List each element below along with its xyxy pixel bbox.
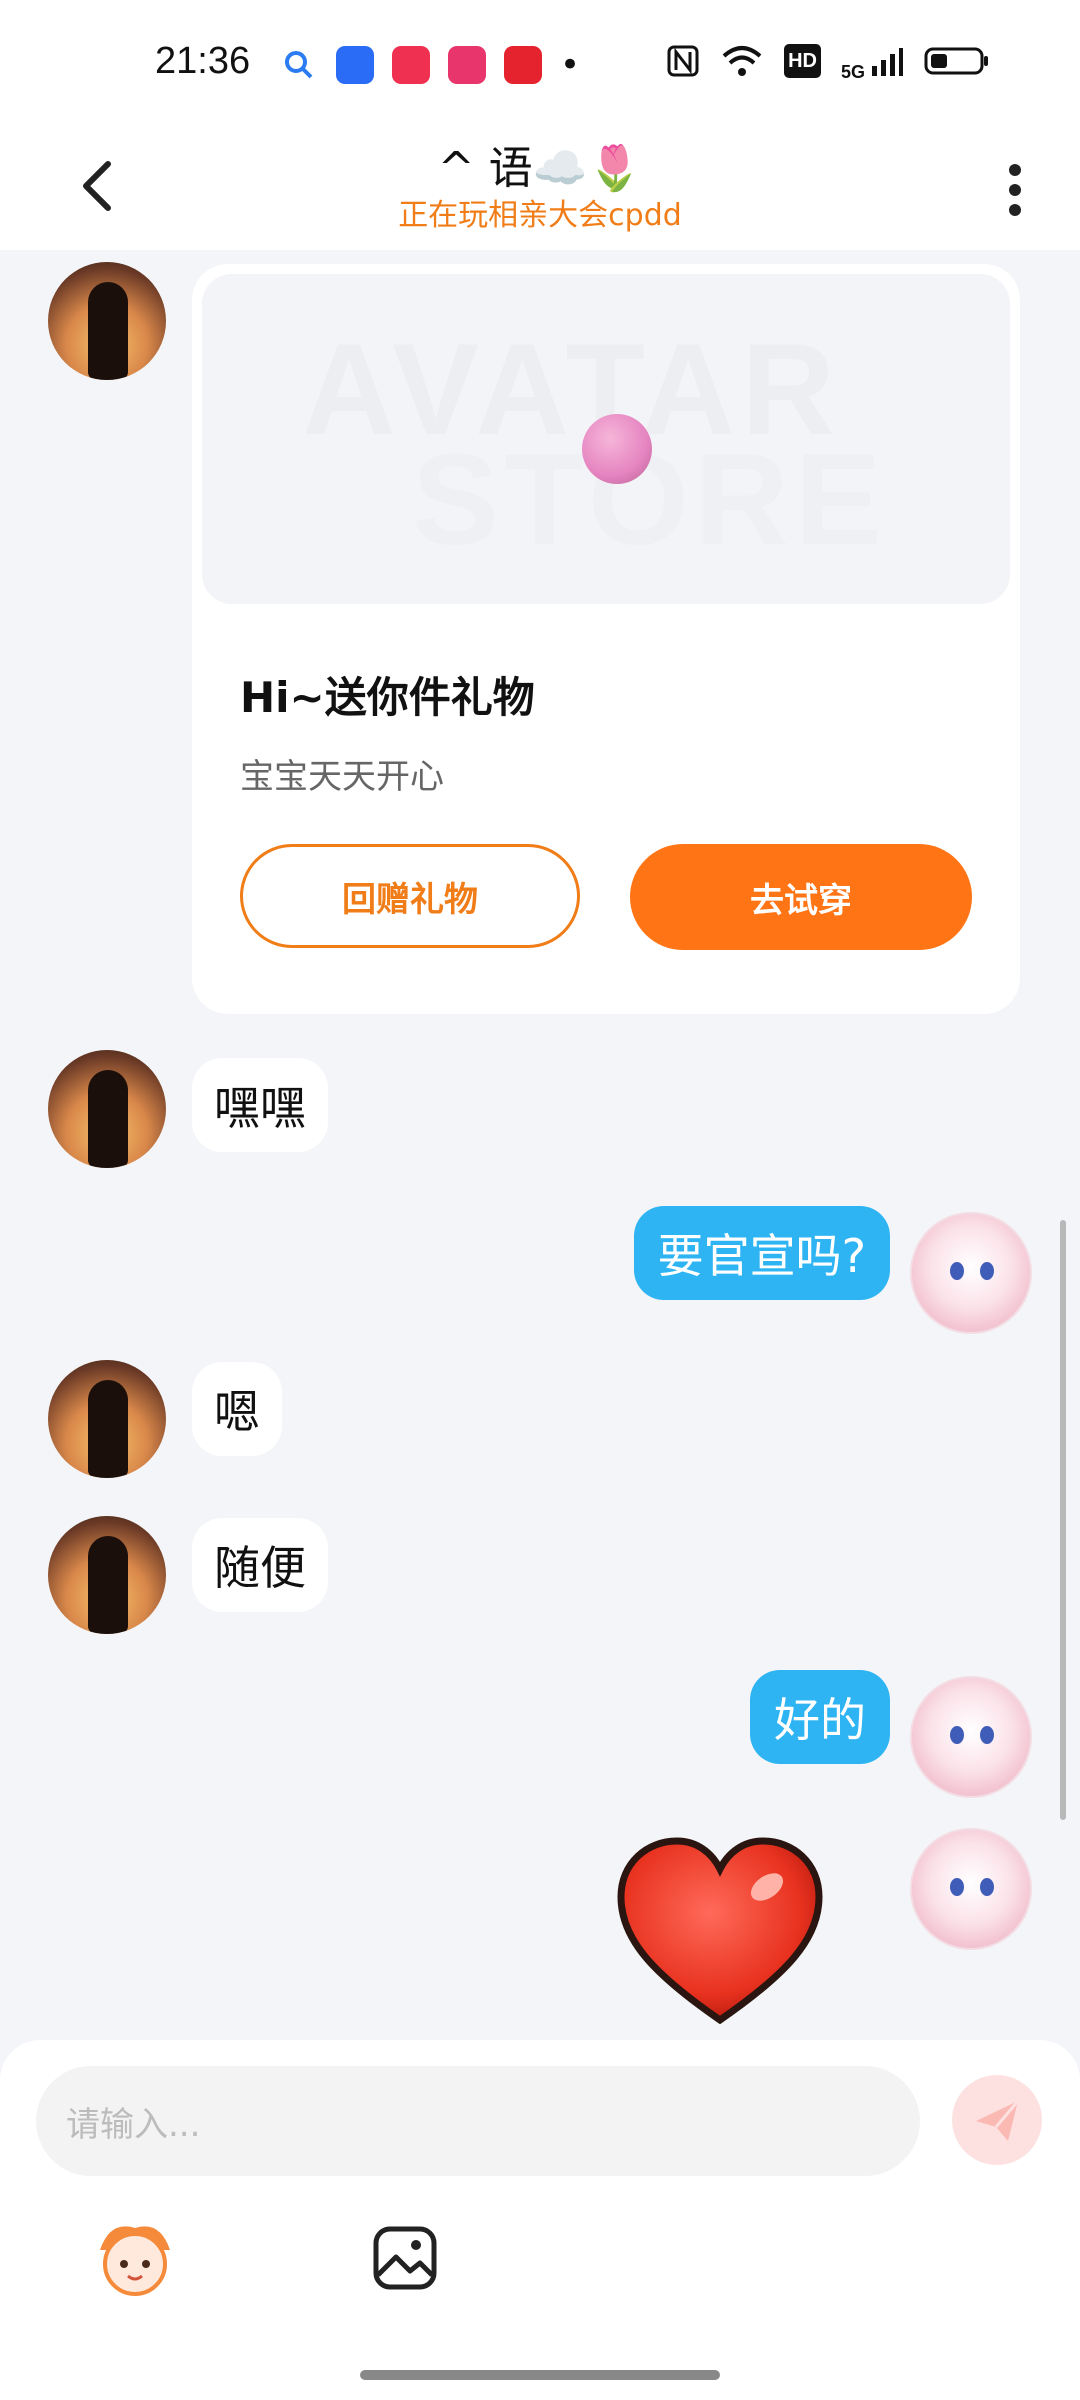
heart-sticker[interactable] bbox=[615, 1835, 825, 2030]
chat-title: ^ 语☁️🌷 bbox=[437, 143, 643, 194]
my-avatar[interactable] bbox=[910, 1676, 1032, 1798]
nfc-icon bbox=[666, 44, 700, 78]
notification-dot: • bbox=[560, 45, 581, 85]
battery-icon bbox=[924, 44, 990, 78]
message-bubble-outgoing[interactable]: 好的 bbox=[750, 1670, 890, 1764]
photo-button[interactable] bbox=[370, 2223, 440, 2293]
send-icon bbox=[976, 2100, 1020, 2141]
sticker-button[interactable] bbox=[90, 2220, 180, 2300]
status-time: 21:36 bbox=[155, 40, 251, 82]
system-icons: HD 5G bbox=[666, 44, 990, 82]
try-on-button[interactable]: 去试穿 bbox=[630, 844, 972, 950]
message-bubble-incoming[interactable]: 嗯 bbox=[192, 1362, 282, 1456]
more-options-button[interactable] bbox=[1000, 152, 1030, 222]
message-list[interactable]: AVATAR STORE Hi~送你件礼物 宝宝天天开心 回赠礼物 去试穿 嘿嘿… bbox=[0, 250, 1080, 2040]
message-bubble-incoming[interactable]: 随便 bbox=[192, 1518, 328, 1612]
gift-title: Hi~送你件礼物 bbox=[240, 673, 535, 722]
baidu-netdisk-icon bbox=[336, 46, 374, 84]
signal-icon: 5G bbox=[841, 44, 904, 82]
gift-description: 宝宝天天开心 bbox=[240, 757, 444, 797]
message-bubble-incoming[interactable]: 嘿嘿 bbox=[192, 1058, 328, 1152]
gift-card[interactable]: AVATAR STORE Hi~送你件礼物 宝宝天天开心 回赠礼物 去试穿 bbox=[192, 264, 1020, 1014]
status-bar: 21:36 • HD 5G bbox=[0, 0, 1080, 130]
send-button[interactable] bbox=[952, 2075, 1042, 2165]
music-app-icon bbox=[392, 46, 430, 84]
message-composer: 请输入... bbox=[0, 2040, 1080, 2400]
notification-icons: • bbox=[280, 45, 580, 85]
my-avatar[interactable] bbox=[910, 1212, 1032, 1334]
gift-banner: AVATAR STORE bbox=[202, 274, 1010, 604]
contact-avatar[interactable] bbox=[48, 1050, 166, 1168]
message-bubble-outgoing[interactable]: 要官宣吗? bbox=[633, 1206, 890, 1300]
mascot-face-icon bbox=[100, 2226, 170, 2296]
hd-icon: HD bbox=[784, 44, 821, 78]
search-app-icon bbox=[280, 46, 318, 84]
message-input[interactable]: 请输入... bbox=[36, 2066, 920, 2176]
taobao-icon bbox=[504, 46, 542, 84]
my-avatar[interactable] bbox=[910, 1828, 1032, 1950]
wifi-icon bbox=[720, 44, 764, 78]
home-indicator[interactable] bbox=[360, 2370, 720, 2380]
chat-header: ^ 语☁️🌷 正在玩相亲大会cpdd bbox=[0, 130, 1080, 250]
image-icon bbox=[373, 2226, 437, 2290]
more-vertical-icon bbox=[1009, 164, 1021, 216]
return-gift-button[interactable]: 回赠礼物 bbox=[240, 844, 580, 948]
chat-status: 正在玩相亲大会cpdd bbox=[398, 198, 682, 233]
pinduoduo-icon bbox=[448, 46, 486, 84]
scrollbar[interactable] bbox=[1060, 1220, 1066, 1820]
network-type: 5G bbox=[840, 62, 865, 82]
contact-avatar[interactable] bbox=[48, 1516, 166, 1634]
contact-avatar[interactable] bbox=[48, 262, 166, 380]
gift-item-image bbox=[582, 414, 652, 484]
contact-avatar[interactable] bbox=[48, 1360, 166, 1478]
